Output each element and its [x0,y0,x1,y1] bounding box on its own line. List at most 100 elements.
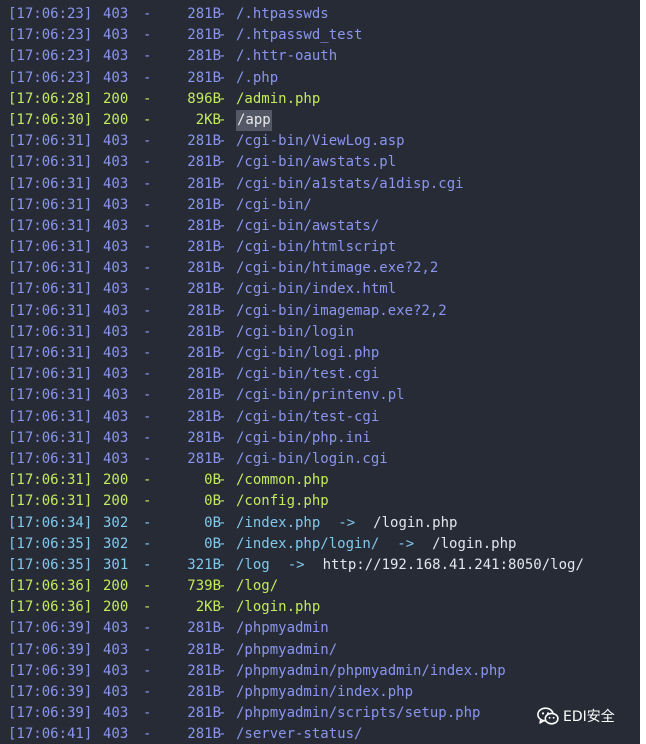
log-line: [17:06:35] 301-321B -/log -> http://192.168.… [0,555,640,576]
request-path: /config.php [236,493,329,510]
wechat-icon [537,706,559,725]
separator-dash: - [143,599,152,616]
status-code: 403 [103,450,129,467]
log-line: [17:06:31] 403-281B -/cgi-bin/imagemap.exe… [0,301,640,322]
separator-dash: - [218,154,227,171]
status-code: 403 [103,69,129,86]
status-code: 403 [103,641,129,658]
log-line: [17:06:23] 403-281B -/.httr-oauth [0,46,640,67]
request-path: /cgi-bin/htmlscript [236,239,397,256]
redirect-target: /login.php [373,514,458,531]
separator-dash: - [218,6,227,22]
request-path: /login.php [236,599,321,616]
separator-dash: - [143,556,152,573]
response-size: 281B [187,705,221,722]
request-path: /log/ [236,578,279,595]
response-size: 281B [187,450,221,467]
status-code: 403 [103,302,129,319]
log-line: [17:06:31] 403-281B -/cgi-bin/ [0,195,640,216]
log-timestamp: [17:06:31] [8,472,93,489]
log-timestamp: [17:06:31] [8,450,93,467]
separator-dash: - [143,366,152,383]
response-size: 281B [187,281,221,298]
separator-dash: - [143,408,152,425]
log-timestamp: [17:06:36] [8,599,93,616]
status-code: 403 [103,662,129,679]
request-path: /admin.php [236,90,321,107]
separator-dash: - [143,90,152,107]
response-size: 281B [187,175,221,192]
separator-dash: - [218,175,227,192]
request-path: /phpmyadmin/phpmyadmin/index.php [236,662,506,679]
log-line: [17:06:35] 302-0B -/index.php/login/->/log… [0,534,640,555]
status-code: 200 [103,493,129,510]
separator-dash: - [143,239,152,256]
response-size: 0B [204,472,221,489]
response-size: 321B [187,556,221,573]
separator-dash: - [218,514,227,531]
log-timestamp: [17:06:31] [8,429,93,446]
log-line: [17:06:31] 403-281B -/cgi-bin/logi.php [0,343,640,364]
log-timestamp: [17:06:28] [8,90,93,107]
request-path: /cgi-bin/awstats.pl [236,154,397,171]
log-timestamp: [17:06:35] [8,535,93,552]
response-size: 281B [187,641,221,658]
separator-dash: - [218,493,227,510]
request-path: /cgi-bin/login [236,323,355,340]
separator-dash: - [143,620,152,637]
log-line: [17:06:31] 403-281B -/cgi-bin/printenv.pl [0,385,640,406]
response-size: 281B [187,196,221,213]
response-size: 0B [204,514,221,531]
watermark: EDI安全 [537,705,615,727]
request-path: /cgi-bin/test-cgi [236,408,380,425]
response-size: 281B [187,684,221,700]
response-size: 281B [187,133,221,150]
log-timestamp: [17:06:23] [8,69,93,86]
request-path: /cgi-bin/a1stats/a1disp.cgi [236,175,464,192]
request-path: /cgi-bin/login.cgi [236,450,388,467]
watermark-text: EDI安全 [563,709,615,725]
separator-dash: - [218,535,227,552]
separator-dash: - [143,345,152,361]
log-timestamp: [17:06:31] [8,217,93,234]
status-code: 403 [103,196,129,213]
log-timestamp: [17:06:31] [8,493,93,510]
separator-dash: - [143,27,152,44]
status-code: 403 [103,345,129,361]
response-size: 281B [187,345,221,361]
log-line: [17:06:39] 403-281B -/phpmyadmin [0,618,640,639]
log-timestamp: [17:06:39] [8,662,93,679]
request-path: /cgi-bin/printenv.pl [236,387,405,404]
log-line: [17:06:41] 403-281B -/server-status/ [0,724,640,744]
request-path: /phpmyadmin/scripts/setup.php [236,705,481,722]
response-size: 281B [187,429,221,446]
status-code: 200 [103,90,129,107]
status-code: 302 [103,535,129,552]
response-size: 281B [187,239,221,256]
separator-dash: - [143,472,152,489]
log-timestamp: [17:06:39] [8,705,93,722]
request-path: /.httr-oauth [236,48,338,65]
log-timestamp: [17:06:39] [8,641,93,658]
redirect-arrow: -> [397,535,415,552]
separator-dash: - [143,535,152,552]
separator-dash: - [218,556,227,573]
status-code: 403 [103,239,129,256]
status-code: 302 [103,514,129,531]
log-timestamp: [17:06:31] [8,345,93,361]
log-timestamp: [17:06:31] [8,366,93,383]
separator-dash: - [143,641,152,658]
log-line: [17:06:31] 403-281B -/cgi-bin/login [0,322,640,343]
status-code: 403 [103,408,129,425]
log-line: [17:06:31] 403-281B -/cgi-bin/htmlscript [0,237,640,258]
log-timestamp: [17:06:31] [8,281,93,298]
log-line: [17:06:31] 403-281B -/cgi-bin/index.html [0,279,640,300]
separator-dash: - [218,599,227,616]
request-path: /phpmyadmin [236,620,329,637]
request-path: /index.php [236,514,321,531]
request-path: /.php [236,69,279,86]
status-code: 403 [103,48,129,65]
separator-dash: - [143,726,152,743]
request-path: /log [236,556,270,573]
separator-dash: - [218,239,227,256]
